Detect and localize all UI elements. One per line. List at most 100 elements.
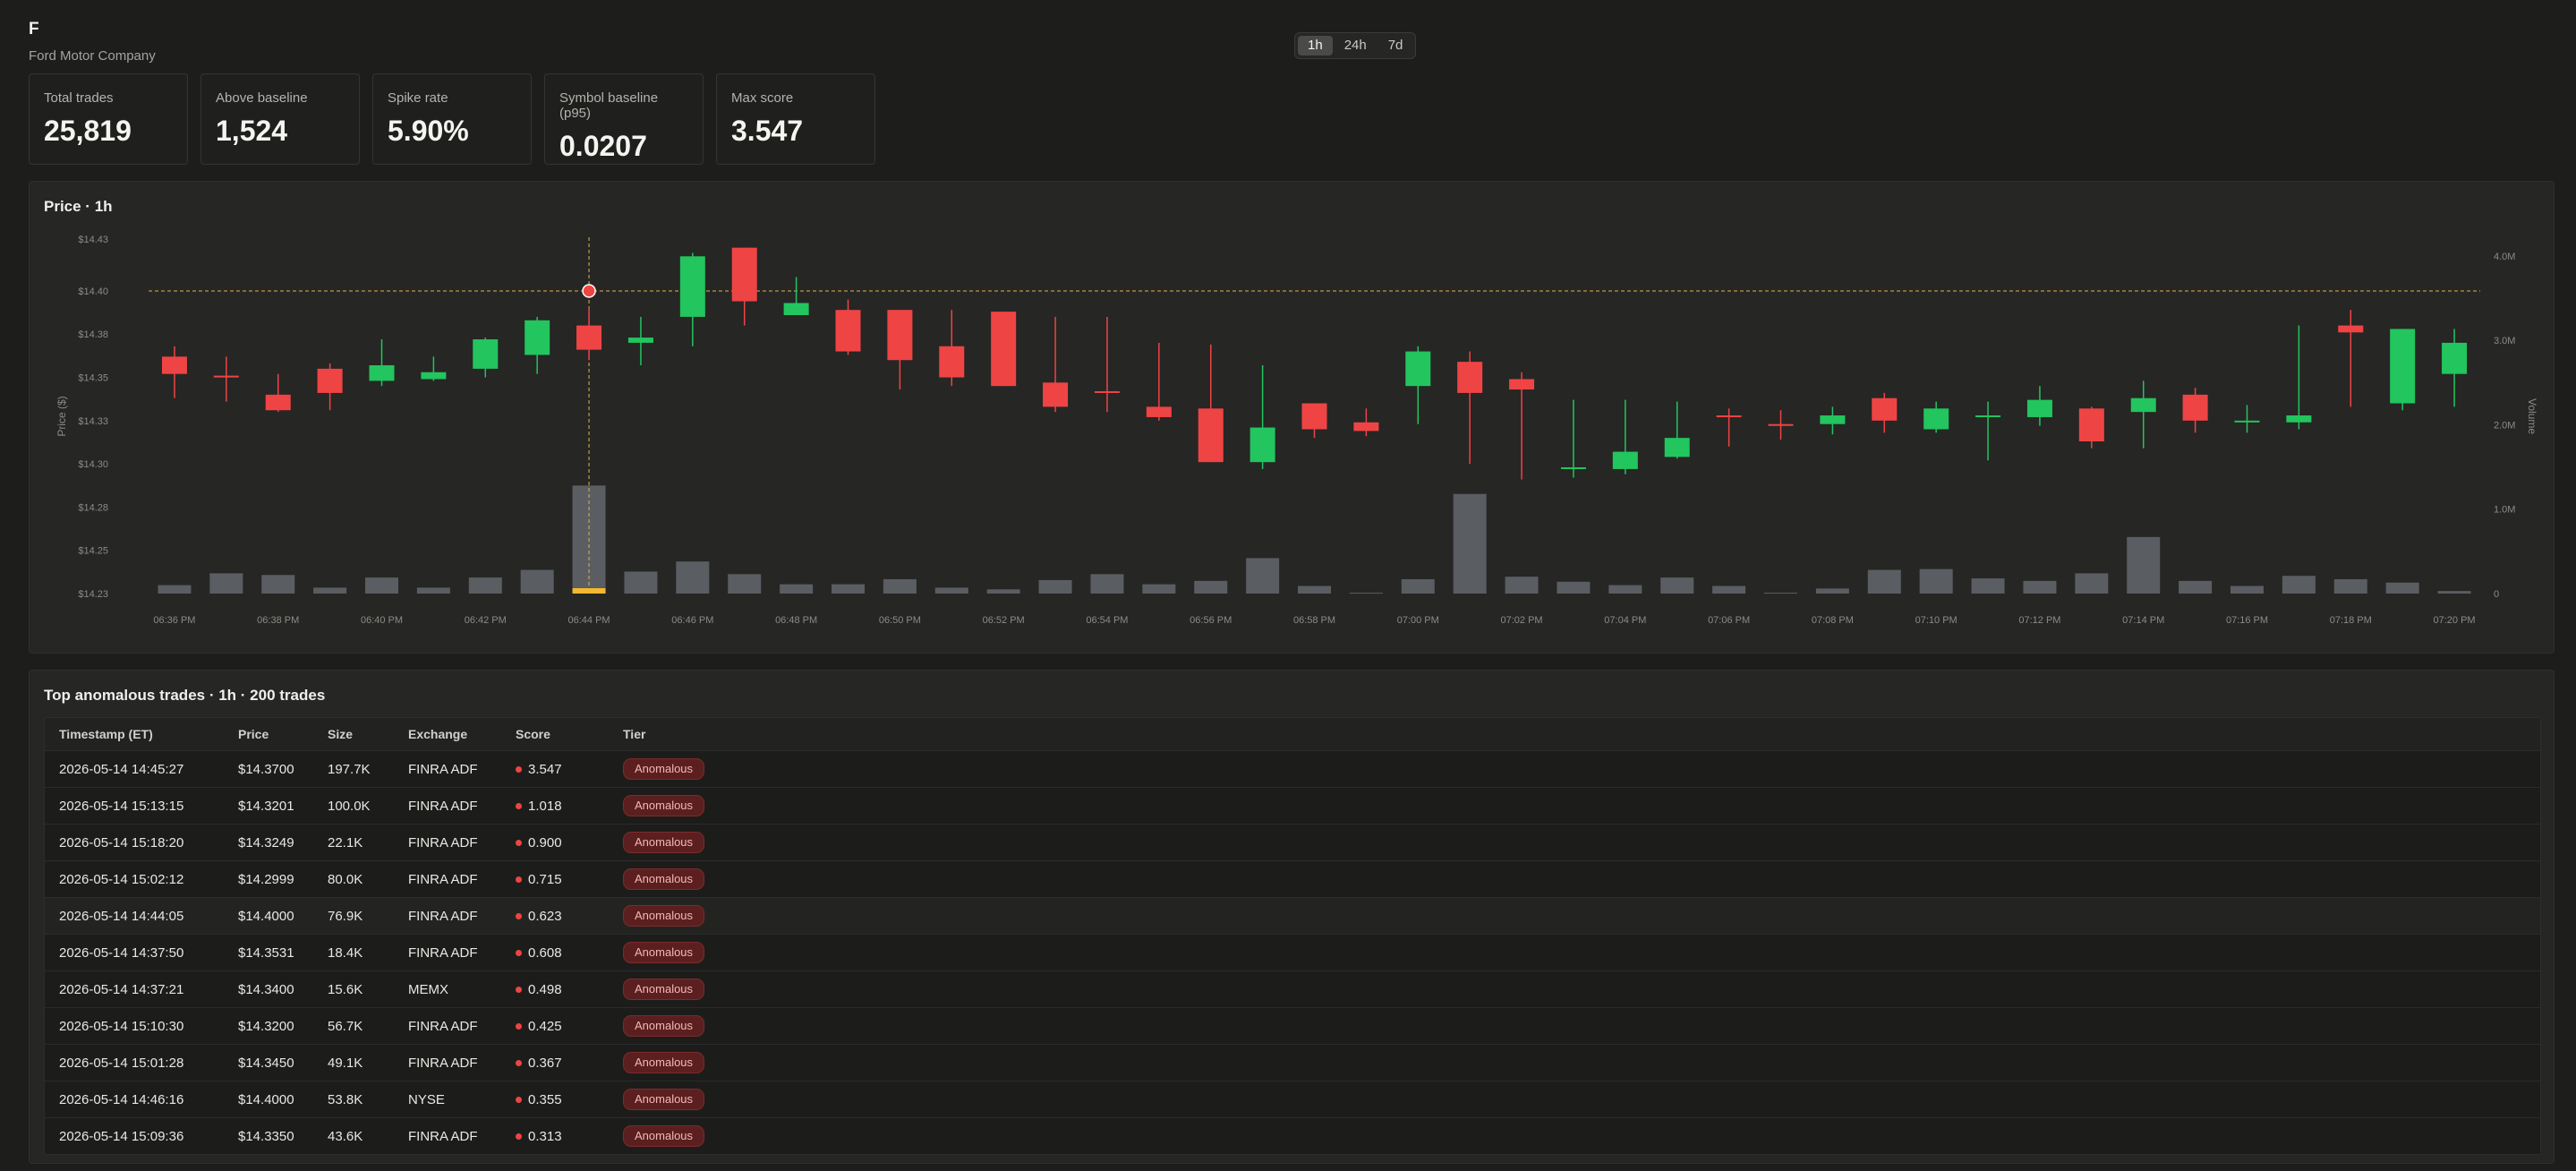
volume-bar[interactable] [832, 584, 865, 594]
volume-bar[interactable] [1298, 586, 1331, 594]
volume-bar[interactable] [2075, 573, 2109, 594]
table-row[interactable]: 2026-05-14 15:10:30 $14.3200 56.7K FINRA AD… [45, 1007, 2540, 1044]
candle-body[interactable] [939, 346, 965, 378]
candle-body[interactable] [1664, 438, 1690, 457]
volume-bar[interactable] [1401, 578, 1435, 594]
candle-body[interactable] [1923, 408, 1949, 430]
volume-bar[interactable] [676, 561, 710, 594]
candle-body[interactable] [1043, 382, 1069, 407]
candle-body[interactable] [1560, 466, 1586, 469]
volume-bar[interactable] [2282, 576, 2316, 594]
candle-body[interactable] [576, 325, 602, 350]
candle-body[interactable] [369, 365, 395, 381]
candle-body[interactable] [1716, 415, 1742, 418]
candle-body[interactable] [2130, 397, 2156, 413]
candle-body[interactable] [991, 312, 1017, 387]
table-row[interactable]: 2026-05-14 14:44:05 $14.4000 76.9K FINRA AD… [45, 897, 2540, 934]
volume-bar[interactable] [1349, 593, 1383, 594]
volume-bar[interactable] [313, 587, 347, 594]
volume-bar[interactable] [416, 587, 450, 594]
volume-bar[interactable] [520, 569, 554, 594]
candle-body[interactable] [627, 338, 653, 343]
candle-body[interactable] [2390, 329, 2416, 404]
candle-body[interactable] [1768, 423, 1794, 426]
column-header-price[interactable]: Price [224, 727, 313, 741]
volume-bar[interactable] [365, 577, 398, 594]
volume-bar[interactable] [1194, 580, 1228, 594]
volume-bar[interactable] [1919, 568, 1953, 594]
volume-bar[interactable] [1867, 569, 1901, 594]
candle-body[interactable] [2338, 325, 2364, 333]
range-option-1h[interactable]: 1h [1298, 36, 1333, 56]
table-row[interactable]: 2026-05-14 15:18:20 $14.3249 22.1K FINRA AD… [45, 824, 2540, 860]
volume-bar[interactable] [1038, 579, 1072, 594]
candle-body[interactable] [525, 320, 550, 355]
candle-body[interactable] [473, 339, 499, 369]
candle-body[interactable] [2078, 408, 2104, 442]
table-row[interactable]: 2026-05-14 14:45:27 $14.3700 197.7K FINRA A… [45, 750, 2540, 787]
volume-bar[interactable] [2127, 536, 2161, 594]
volume-bar[interactable] [1505, 577, 1539, 594]
candle-body[interactable] [213, 375, 239, 378]
table-row[interactable]: 2026-05-14 15:01:28 $14.3450 49.1K FINRA AD… [45, 1044, 2540, 1081]
volume-bar[interactable] [1142, 584, 1176, 594]
volume-bar[interactable] [1453, 493, 1487, 594]
volume-bar[interactable] [2333, 578, 2367, 594]
range-option-7d[interactable]: 7d [1378, 36, 1413, 56]
volume-bar[interactable] [728, 574, 762, 594]
volume-bar[interactable] [2231, 586, 2264, 594]
range-option-24h[interactable]: 24h [1335, 36, 1377, 56]
table-row[interactable]: 2026-05-14 14:37:21 $14.3400 15.6K MEMX 0.49… [45, 970, 2540, 1007]
candle-body[interactable] [2234, 420, 2260, 423]
candle-body[interactable] [1250, 427, 1275, 463]
candle-body[interactable] [731, 247, 757, 302]
candle-body[interactable] [317, 368, 343, 393]
candle-body[interactable] [1457, 362, 1483, 393]
candle-body[interactable] [2442, 342, 2468, 374]
column-header-tier[interactable]: Tier [609, 727, 788, 741]
volume-bar[interactable] [261, 575, 295, 594]
candle-body[interactable] [1872, 397, 1898, 421]
volume-bar[interactable] [1764, 593, 1797, 594]
volume-bar[interactable] [209, 573, 243, 594]
volume-bar[interactable] [934, 587, 968, 594]
candle-body[interactable] [783, 303, 809, 315]
candle-body[interactable] [161, 356, 187, 374]
candle-body[interactable] [421, 372, 447, 380]
candle-body[interactable] [1975, 415, 2001, 418]
candle-body[interactable] [1146, 406, 1172, 417]
candle-body[interactable] [1301, 403, 1327, 430]
volume-bar[interactable] [2437, 591, 2471, 594]
table-row[interactable]: 2026-05-14 15:13:15 $14.3201 100.0K FINRA A… [45, 787, 2540, 824]
volume-bar[interactable] [986, 589, 1020, 594]
candle-body[interactable] [1509, 379, 1535, 390]
volume-bar[interactable] [1815, 588, 1849, 594]
volume-bar[interactable] [1971, 578, 2005, 594]
price-volume-chart[interactable]: $14.43 $14.40 $14.38 $14.35 $14.33 $14.30 $14.… [30, 182, 2555, 654]
anomaly-marker[interactable] [582, 284, 596, 298]
volume-bar[interactable] [883, 578, 917, 594]
candle-body[interactable] [2286, 415, 2312, 423]
volume-bar[interactable] [1660, 577, 1694, 594]
candle-body[interactable] [1405, 351, 1431, 387]
candle-body[interactable] [1612, 451, 1638, 469]
candle-body[interactable] [1094, 390, 1120, 393]
volume-bar[interactable] [2179, 580, 2213, 594]
volume-bar[interactable] [2385, 582, 2419, 594]
volume-bar[interactable] [1712, 586, 1746, 594]
candle-body[interactable] [1353, 422, 1379, 432]
candle-body[interactable] [679, 256, 705, 317]
volume-bar[interactable] [1246, 558, 1280, 594]
volume-bar[interactable] [1557, 581, 1591, 594]
table-row[interactable]: 2026-05-14 14:46:16 $14.4000 53.8K NYSE 0.35… [45, 1081, 2540, 1117]
volume-bar[interactable] [2023, 580, 2057, 594]
table-row[interactable]: 2026-05-14 15:02:12 $14.2999 80.0K FINRA AD… [45, 860, 2540, 897]
candle-body[interactable] [835, 310, 861, 352]
candle-body[interactable] [2182, 394, 2208, 421]
candle-body[interactable] [1820, 415, 1846, 424]
volume-bar[interactable] [158, 585, 192, 594]
volume-bar[interactable] [1608, 585, 1642, 594]
candle-body[interactable] [265, 394, 291, 411]
table-row[interactable]: 2026-05-14 14:37:50 $14.3531 18.4K FINRA AD… [45, 934, 2540, 970]
candle-body[interactable] [887, 310, 913, 361]
